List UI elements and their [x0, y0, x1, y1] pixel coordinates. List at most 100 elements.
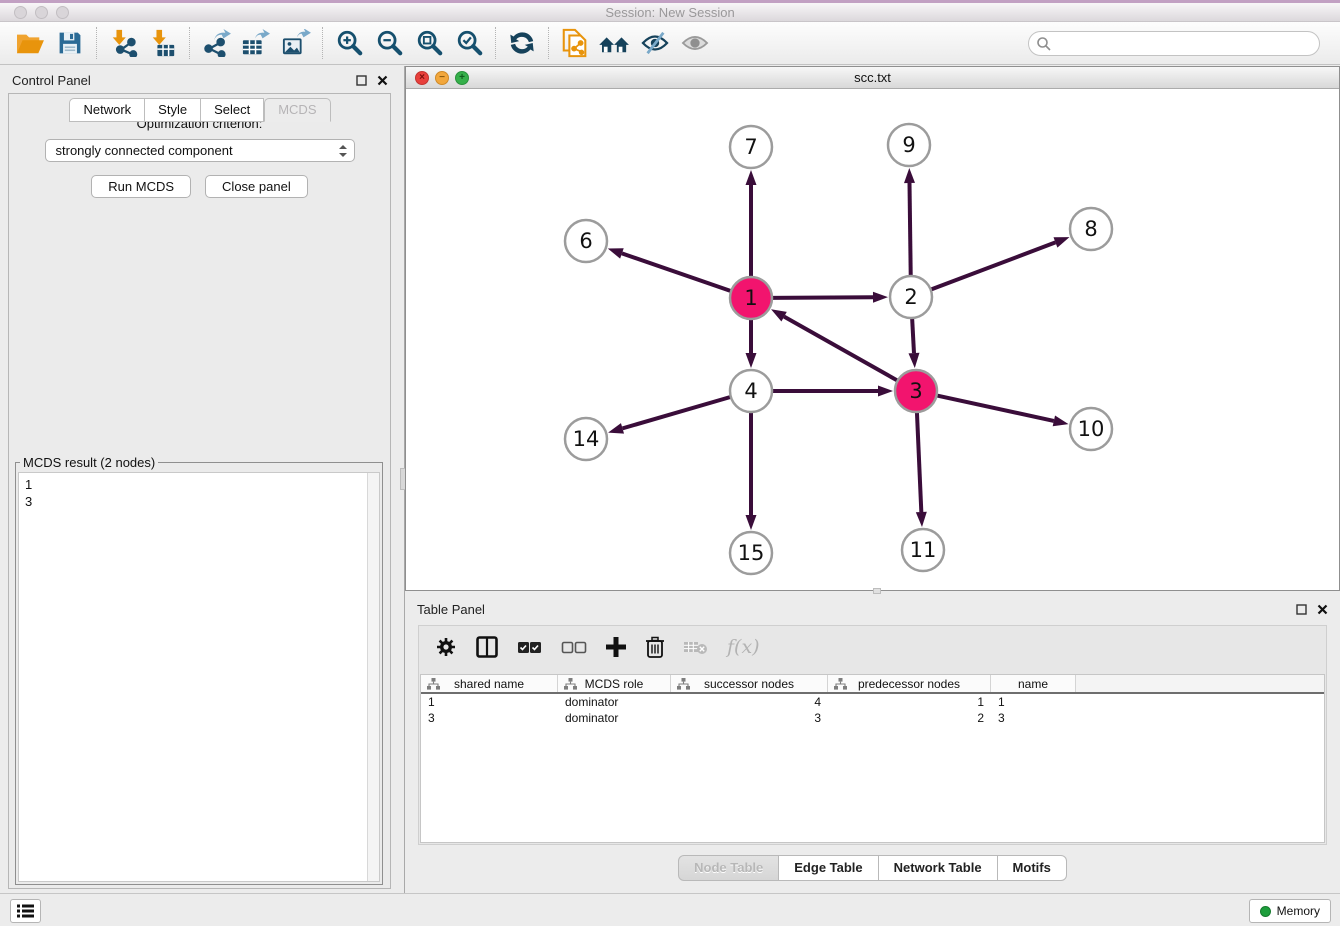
- edge-arrowhead: [873, 292, 888, 303]
- add-column-icon[interactable]: [605, 636, 627, 658]
- tab-motifs[interactable]: Motifs: [998, 855, 1067, 881]
- column-header-successor-nodes[interactable]: successor nodes: [671, 675, 828, 692]
- zoom-selected-button[interactable]: [449, 25, 489, 61]
- open-file-button[interactable]: [10, 25, 50, 61]
- network-minimize-button[interactable]: −: [435, 71, 449, 85]
- column-header-name[interactable]: name: [991, 675, 1076, 692]
- edge-4-14[interactable]: [622, 397, 730, 429]
- cell-name[interactable]: 1: [991, 694, 1076, 710]
- run-mcds-button[interactable]: Run MCDS: [91, 175, 191, 198]
- table-row-2[interactable]: 3dominator323: [421, 710, 1324, 726]
- delete-column-icon[interactable]: [645, 636, 665, 658]
- window-close-button[interactable]: [14, 6, 27, 19]
- float-panel-icon[interactable]: [1296, 604, 1307, 615]
- save-session-button[interactable]: [50, 25, 90, 61]
- column-layout-icon[interactable]: [475, 635, 499, 659]
- spinner-arrows-icon: [338, 144, 348, 158]
- apply-layout-button[interactable]: [502, 25, 542, 61]
- function-builder-icon[interactable]: f(x): [727, 636, 760, 658]
- memory-label: Memory: [1277, 904, 1320, 918]
- clone-network-button[interactable]: [555, 25, 595, 61]
- float-panel-icon[interactable]: [356, 75, 367, 86]
- import-table-button[interactable]: [143, 25, 183, 61]
- close-panel-icon[interactable]: [377, 75, 388, 86]
- cell-MCDS-role[interactable]: dominator: [558, 710, 671, 726]
- cell-successor-nodes[interactable]: 3: [671, 710, 828, 726]
- edge-arrowhead: [1054, 237, 1070, 247]
- tab-node-table[interactable]: Node Table: [678, 855, 779, 881]
- hide-selected-icon: [640, 30, 670, 56]
- export-image-button[interactable]: [276, 25, 316, 61]
- gear-icon[interactable]: [435, 636, 457, 658]
- zoom-in-button[interactable]: [329, 25, 369, 61]
- cell-MCDS-role[interactable]: dominator: [558, 694, 671, 710]
- edge-arrowhead: [908, 353, 919, 368]
- delete-table-icon[interactable]: [683, 638, 709, 656]
- search-input[interactable]: [1028, 31, 1320, 56]
- table-panel: Table Panel: [405, 595, 1340, 893]
- column-header-predecessor-nodes[interactable]: predecessor nodes: [828, 675, 991, 692]
- hide-selected-button[interactable]: [635, 25, 675, 61]
- edge-3-11[interactable]: [917, 412, 921, 512]
- main-toolbar: [0, 22, 1340, 65]
- cell-predecessor-nodes[interactable]: 1: [828, 694, 991, 710]
- network-canvas[interactable]: 7968124314101511: [406, 89, 1339, 590]
- edge-1-6[interactable]: [622, 253, 731, 291]
- export-network-icon: [201, 29, 231, 57]
- first-neighbors-button[interactable]: [595, 25, 635, 61]
- zoom-fit-icon: [415, 29, 443, 57]
- export-network-button[interactable]: [196, 25, 236, 61]
- list-icon: [17, 904, 34, 918]
- horizontal-splitter-grip[interactable]: [873, 588, 881, 594]
- select-all-icon[interactable]: [517, 638, 543, 656]
- export-table-button[interactable]: [236, 25, 276, 61]
- tab-mcds[interactable]: MCDS: [264, 98, 330, 122]
- cell-successor-nodes[interactable]: 4: [671, 694, 828, 710]
- table-row-1[interactable]: 1dominator411: [421, 694, 1324, 710]
- window-zoom-button[interactable]: [56, 6, 69, 19]
- column-header-shared-name[interactable]: shared name: [421, 675, 558, 692]
- column-header-MCDS-role[interactable]: MCDS role: [558, 675, 671, 692]
- tab-style[interactable]: Style: [145, 98, 201, 122]
- cell-shared-name[interactable]: 1: [421, 694, 558, 710]
- window-minimize-button[interactable]: [35, 6, 48, 19]
- edge-arrowhead: [771, 309, 787, 321]
- node-label-4: 4: [744, 379, 757, 403]
- window-title: Session: New Session: [0, 5, 1340, 20]
- result-scrollbar[interactable]: [367, 473, 379, 881]
- network-maximize-button[interactable]: +: [455, 71, 469, 85]
- node-label-3: 3: [909, 379, 922, 403]
- zoom-fit-button[interactable]: [409, 25, 449, 61]
- tab-network-table[interactable]: Network Table: [879, 855, 998, 881]
- node-table: shared nameMCDS rolesuccessor nodesprede…: [420, 674, 1325, 843]
- tab-select[interactable]: Select: [201, 98, 264, 122]
- table-container: f(x) shared nameMCDS rolesuccessor nodes…: [418, 625, 1327, 845]
- edge-3-1[interactable]: [784, 317, 898, 381]
- show-panels-button[interactable]: [10, 899, 41, 923]
- close-panel-icon[interactable]: [1317, 604, 1328, 615]
- application-window: Session: New Session: [0, 0, 1340, 926]
- tab-edge-table[interactable]: Edge Table: [779, 855, 878, 881]
- edge-1-2[interactable]: [772, 297, 873, 298]
- edge-2-9[interactable]: [910, 183, 911, 276]
- cell-name[interactable]: 3: [991, 710, 1076, 726]
- optimization-criterion-select[interactable]: strongly connected component: [45, 139, 355, 162]
- show-all-button[interactable]: [675, 25, 715, 61]
- edge-2-8[interactable]: [931, 242, 1056, 289]
- memory-button[interactable]: Memory: [1249, 899, 1331, 923]
- deselect-all-icon[interactable]: [561, 638, 587, 656]
- cell-shared-name[interactable]: 3: [421, 710, 558, 726]
- tab-network[interactable]: Network: [69, 98, 145, 122]
- network-close-button[interactable]: ×: [415, 71, 429, 85]
- zoom-out-button[interactable]: [369, 25, 409, 61]
- node-label-15: 15: [738, 541, 765, 565]
- close-panel-button[interactable]: Close panel: [205, 175, 308, 198]
- edge-2-3[interactable]: [912, 318, 914, 353]
- cell-predecessor-nodes[interactable]: 2: [828, 710, 991, 726]
- mcds-result-list[interactable]: 1 3: [19, 473, 367, 881]
- import-network-button[interactable]: [103, 25, 143, 61]
- toolbar-separator: [189, 27, 190, 59]
- edge-arrowhead: [1053, 416, 1069, 427]
- edge-3-10[interactable]: [937, 395, 1054, 420]
- network-window-title: scc.txt: [406, 70, 1339, 85]
